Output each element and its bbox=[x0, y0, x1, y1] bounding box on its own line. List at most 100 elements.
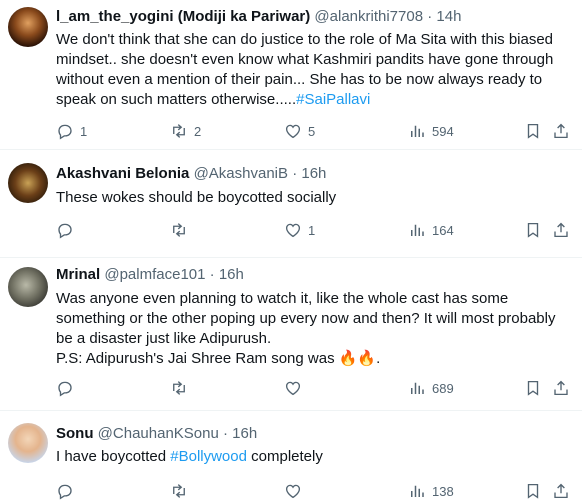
share-icon bbox=[554, 222, 568, 238]
action-bar: 1 2 5 594 bbox=[56, 121, 568, 141]
reply-button[interactable] bbox=[56, 378, 80, 398]
retweet-button[interactable] bbox=[170, 481, 194, 500]
avatar[interactable] bbox=[8, 267, 48, 307]
tweet-text: I have boycotted #Bollywood completely bbox=[56, 447, 572, 467]
bookmark-button[interactable] bbox=[524, 481, 542, 500]
like-button[interactable]: 1 bbox=[284, 220, 315, 240]
bookmark-icon bbox=[527, 222, 539, 238]
timestamp[interactable]: 16h bbox=[232, 425, 257, 442]
tweet-text: Was anyone even planning to watch it, li… bbox=[56, 289, 572, 369]
avatar[interactable] bbox=[8, 163, 48, 203]
separator-dot: · bbox=[427, 8, 433, 25]
tweet-line: P.S: Adipurush's Jai Shree Ram song was … bbox=[56, 349, 572, 369]
views-button[interactable]: 594 bbox=[408, 121, 454, 141]
action-bar: 689 bbox=[56, 378, 568, 398]
share-button[interactable] bbox=[552, 121, 570, 141]
retweet-icon bbox=[173, 223, 185, 237]
tweet-3[interactable]: Sonu @ChauhanKSonu · 16h I have boycotte… bbox=[0, 411, 582, 500]
views-button[interactable]: 138 bbox=[408, 481, 454, 500]
tweet-line: I have boycotted #Bollywood completely bbox=[56, 447, 572, 467]
view-count: 164 bbox=[432, 222, 454, 238]
tweet-line: speak on such matters otherwise.....#Sai… bbox=[56, 90, 572, 110]
heart-icon bbox=[285, 381, 301, 396]
display-name[interactable]: l_am_the_yogini (Modiji ka Pariwar) bbox=[56, 8, 310, 25]
bookmark-button[interactable] bbox=[524, 121, 542, 141]
like-button[interactable] bbox=[284, 378, 308, 398]
reply-button[interactable] bbox=[56, 481, 80, 500]
bookmark-icon bbox=[527, 123, 539, 139]
views-icon bbox=[411, 382, 424, 394]
retweet-icon bbox=[173, 484, 185, 498]
tweet-line: These wokes should be boycotted socially bbox=[56, 189, 337, 206]
separator-dot: · bbox=[223, 425, 228, 442]
bookmark-icon bbox=[527, 380, 539, 396]
user-handle[interactable]: @palmface101 bbox=[104, 266, 205, 283]
reply-button[interactable]: 1 bbox=[56, 121, 87, 141]
view-count: 138 bbox=[432, 483, 454, 499]
timestamp[interactable]: 16h bbox=[301, 165, 326, 182]
separator-dot: · bbox=[292, 165, 298, 182]
reply-button[interactable] bbox=[56, 220, 80, 240]
like-count: 1 bbox=[308, 222, 316, 238]
avatar[interactable] bbox=[8, 7, 48, 47]
tweet-line: mindset.. she doesn't even know what Kas… bbox=[56, 51, 554, 68]
hashtag-link[interactable]: #SaiPallavi bbox=[296, 91, 370, 108]
tweet-text: These wokes should be boycotted socially bbox=[56, 188, 572, 208]
share-button[interactable] bbox=[552, 481, 570, 500]
reply-count: 1 bbox=[80, 123, 88, 139]
reply-icon bbox=[58, 381, 72, 397]
tweet-line: something or the other poping up every n… bbox=[56, 310, 556, 327]
like-button[interactable]: 5 bbox=[284, 121, 315, 141]
views-button[interactable]: 164 bbox=[408, 220, 454, 240]
retweet-count: 2 bbox=[194, 123, 202, 139]
share-button[interactable] bbox=[552, 220, 570, 240]
retweet-button[interactable]: 2 bbox=[170, 121, 201, 141]
view-count: 594 bbox=[432, 123, 454, 139]
share-icon bbox=[554, 483, 568, 499]
timestamp[interactable]: 14h bbox=[436, 8, 461, 25]
timestamp[interactable]: 16h bbox=[219, 266, 244, 283]
user-handle[interactable]: @AkashvaniB bbox=[194, 165, 288, 182]
separator-dot: · bbox=[209, 266, 215, 283]
action-bar: 1 164 bbox=[56, 220, 568, 240]
tweet-1[interactable]: Akashvani Belonia @AkashvaniB · 16h Thes… bbox=[0, 150, 582, 258]
view-count: 689 bbox=[432, 380, 454, 396]
reply-icon bbox=[58, 124, 72, 140]
hashtag-link[interactable]: #Bollywood bbox=[170, 448, 247, 465]
tweet-line-text: speak on such matters otherwise..... bbox=[56, 91, 297, 108]
heart-icon bbox=[285, 484, 301, 499]
bookmark-button[interactable] bbox=[524, 378, 542, 398]
action-bar: 138 bbox=[56, 481, 568, 500]
bookmark-button[interactable] bbox=[524, 220, 542, 240]
retweet-button[interactable] bbox=[170, 378, 194, 398]
tweet-line: without even a mention of their pain... … bbox=[56, 71, 543, 88]
tweet-line-suffix: . bbox=[376, 350, 381, 367]
share-button[interactable] bbox=[552, 378, 570, 398]
avatar[interactable] bbox=[8, 423, 48, 463]
tweet-line-suffix: completely bbox=[246, 448, 323, 465]
tweet-header: Sonu @ChauhanKSonu · 16h bbox=[56, 424, 572, 444]
display-name[interactable]: Mrinal bbox=[56, 266, 100, 283]
retweet-icon bbox=[173, 381, 185, 395]
like-button[interactable] bbox=[284, 481, 308, 500]
share-icon bbox=[554, 123, 568, 139]
display-name[interactable]: Sonu bbox=[56, 425, 94, 442]
display-name[interactable]: Akashvani Belonia bbox=[56, 165, 189, 182]
tweet-2[interactable]: Mrinal @palmface101 · 16h Was anyone eve… bbox=[0, 258, 582, 411]
tweet-0[interactable]: l_am_the_yogini (Modiji ka Pariwar) @ala… bbox=[0, 0, 582, 150]
views-button[interactable]: 689 bbox=[408, 378, 454, 398]
tweet-text: We don't think that she can do justice t… bbox=[56, 30, 572, 110]
like-count: 5 bbox=[308, 123, 316, 139]
retweet-icon bbox=[173, 124, 185, 138]
reply-icon bbox=[58, 223, 72, 239]
reply-icon bbox=[58, 484, 72, 500]
user-handle[interactable]: @ChauhanKSonu bbox=[98, 425, 219, 442]
tweet-line-text: P.S: Adipurush's Jai Shree Ram song was bbox=[56, 350, 339, 367]
user-handle[interactable]: @alankrithi7708 bbox=[314, 8, 423, 25]
bookmark-icon bbox=[527, 483, 539, 499]
retweet-button[interactable] bbox=[170, 220, 194, 240]
tweet-line: We don't think that she can do justice t… bbox=[56, 31, 554, 48]
tweet-line-text: I have boycotted bbox=[56, 448, 171, 465]
tweet-header: Akashvani Belonia @AkashvaniB · 16h bbox=[56, 164, 572, 184]
fire-emoji: 🔥🔥 bbox=[338, 350, 377, 367]
